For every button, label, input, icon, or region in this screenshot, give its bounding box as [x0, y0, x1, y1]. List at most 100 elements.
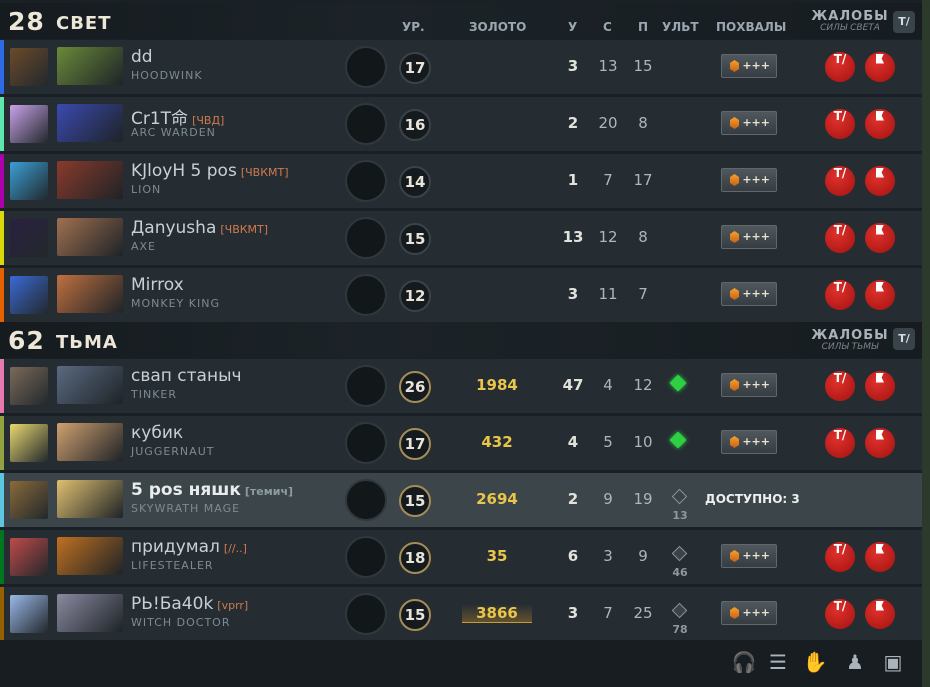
player-row[interactable]: dd HOODWINK 17 3 13 15 +++ T/: [0, 40, 922, 94]
deaths-value: 12: [598, 228, 618, 246]
hero-portrait[interactable]: [57, 218, 123, 256]
deaths-value: 13: [598, 57, 618, 75]
unit-control-icon[interactable]: ♟: [842, 649, 868, 675]
tree-emblem-icon: [345, 593, 387, 635]
report-player-button[interactable]: [865, 371, 895, 401]
praise-button[interactable]: +++: [721, 111, 777, 135]
praise-button[interactable]: +++: [721, 373, 777, 397]
mute-player-button[interactable]: T/: [825, 166, 855, 196]
hero-name: AXE: [131, 240, 157, 253]
player-row[interactable]: свап станыч TINKER 26 1984 47 4 12 +++ T/: [0, 359, 922, 413]
player-avatar[interactable]: [10, 105, 48, 143]
report-player-button[interactable]: [865, 109, 895, 139]
flag-icon: [876, 600, 884, 611]
hero-portrait[interactable]: [57, 161, 123, 199]
ultimate-cooldown-seconds: 78: [672, 623, 688, 636]
mute-player-button[interactable]: T/: [825, 371, 855, 401]
mute-player-button[interactable]: T/: [825, 542, 855, 572]
player-avatar[interactable]: [10, 367, 48, 405]
mute-icon: T/: [833, 542, 847, 556]
hero-level: 16: [399, 109, 431, 141]
report-player-button[interactable]: [865, 428, 895, 458]
assists-value: 25: [633, 604, 653, 622]
praise-button[interactable]: +++: [721, 225, 777, 249]
flag-icon: [876, 224, 884, 235]
mute-player-button[interactable]: T/: [825, 280, 855, 310]
praise-button[interactable]: +++: [721, 282, 777, 306]
player-name[interactable]: Дanyusha [ЧВКМТ]: [131, 218, 268, 238]
hand-share-icon[interactable]: ✋: [802, 649, 828, 675]
mute-all-radiant-button[interactable]: T/: [893, 11, 915, 33]
mute-player-button[interactable]: T/: [825, 52, 855, 82]
kills-value: 3: [567, 57, 579, 75]
praise-button[interactable]: +++: [721, 168, 777, 192]
praise-button[interactable]: +++: [721, 544, 777, 568]
player-name[interactable]: придумал [//..]: [131, 537, 247, 557]
praise-button[interactable]: +++: [721, 601, 777, 625]
deaths-value: 11: [598, 285, 618, 303]
player-avatar[interactable]: [10, 276, 48, 314]
hero-portrait[interactable]: [57, 275, 123, 313]
stash-icon[interactable]: ▣: [880, 649, 906, 675]
assists-value: 8: [638, 114, 648, 132]
hero-portrait[interactable]: [57, 594, 123, 632]
player-color-bar: [0, 416, 4, 470]
player-row[interactable]: Mirrox MONKEY KING 12 3 11 7 +++ T/: [0, 268, 922, 322]
report-player-button[interactable]: [865, 223, 895, 253]
report-player-button[interactable]: [865, 542, 895, 572]
hero-portrait[interactable]: [57, 47, 123, 85]
mute-player-button[interactable]: T/: [825, 599, 855, 629]
report-player-button[interactable]: [865, 599, 895, 629]
player-row[interactable]: Дanyusha [ЧВКМТ] AXE 15 13 12 8 +++ T/: [0, 211, 922, 265]
player-avatar[interactable]: [10, 538, 48, 576]
player-name[interactable]: KJloyH 5 pos [ЧВКМТ]: [131, 161, 289, 181]
praise-button[interactable]: +++: [721, 54, 777, 78]
hero-portrait[interactable]: [57, 480, 123, 518]
hero-level: 17: [399, 52, 431, 84]
col-ult-header: УЛЬТ: [662, 20, 699, 34]
player-avatar[interactable]: [10, 595, 48, 633]
mute-all-dire-button[interactable]: T/: [893, 328, 915, 350]
headset-icon[interactable]: 🎧: [731, 649, 757, 675]
hero-level: 15: [399, 599, 431, 631]
assists-value: 12: [633, 376, 653, 394]
player-row[interactable]: Cr1T命 [ЧВД] ARC WARDEN 16 2 20 8 +++ T/: [0, 97, 922, 151]
player-row[interactable]: придумал [//..] LIFESTEALER 18 35 6 3 9 46 +++ T/: [0, 530, 922, 584]
ultimate-cooldown-icon: [671, 602, 688, 619]
player-avatar[interactable]: [10, 162, 48, 200]
player-avatar[interactable]: [10, 481, 48, 519]
mute-player-button[interactable]: T/: [825, 428, 855, 458]
player-row[interactable]: кубик JUGGERNAUT 17 432 4 5 10 +++ T/: [0, 416, 922, 470]
player-avatar[interactable]: [10, 424, 48, 462]
praise-label: +++: [742, 435, 770, 448]
report-player-button[interactable]: [865, 52, 895, 82]
mute-player-button[interactable]: T/: [825, 223, 855, 253]
report-player-button[interactable]: [865, 280, 895, 310]
player-name[interactable]: Mirrox: [131, 275, 188, 295]
player-name[interactable]: 5 pos няшк [темич]: [131, 480, 293, 500]
praise-gem-icon: [730, 288, 739, 300]
hero-name: LIFESTEALER: [131, 559, 214, 572]
player-avatar[interactable]: [10, 48, 48, 86]
hero-portrait[interactable]: [57, 537, 123, 575]
praise-button[interactable]: +++: [721, 430, 777, 454]
player-color-bar: [0, 97, 4, 151]
hero-portrait[interactable]: [57, 366, 123, 404]
player-name[interactable]: свап станыч: [131, 366, 246, 386]
player-avatar[interactable]: [10, 219, 48, 257]
hero-portrait[interactable]: [57, 104, 123, 142]
player-name[interactable]: кубик: [131, 423, 187, 443]
praise-label: +++: [742, 230, 770, 243]
praise-gem-icon: [730, 379, 739, 391]
player-row[interactable]: KJloyH 5 pos [ЧВКМТ] LION 14 1 7 17 +++ T/: [0, 154, 922, 208]
player-row[interactable]: PЬ!Бa40k [vprr] WITCH DOCTOR 15 3866 3 7 25 78 ++…: [0, 587, 922, 641]
player-row[interactable]: 5 pos няшк [темич] SKYWRATH MAGE 15 2694 2 9 19…: [0, 473, 922, 527]
mute-player-button[interactable]: T/: [825, 109, 855, 139]
player-name[interactable]: dd: [131, 47, 157, 67]
scoreboard-list-icon[interactable]: ☰: [765, 649, 791, 675]
report-player-button[interactable]: [865, 166, 895, 196]
hero-level: 15: [399, 223, 431, 255]
hero-name: HOODWINK: [131, 69, 203, 82]
hero-portrait[interactable]: [57, 423, 123, 461]
player-name[interactable]: PЬ!Бa40k [vprr]: [131, 594, 248, 614]
